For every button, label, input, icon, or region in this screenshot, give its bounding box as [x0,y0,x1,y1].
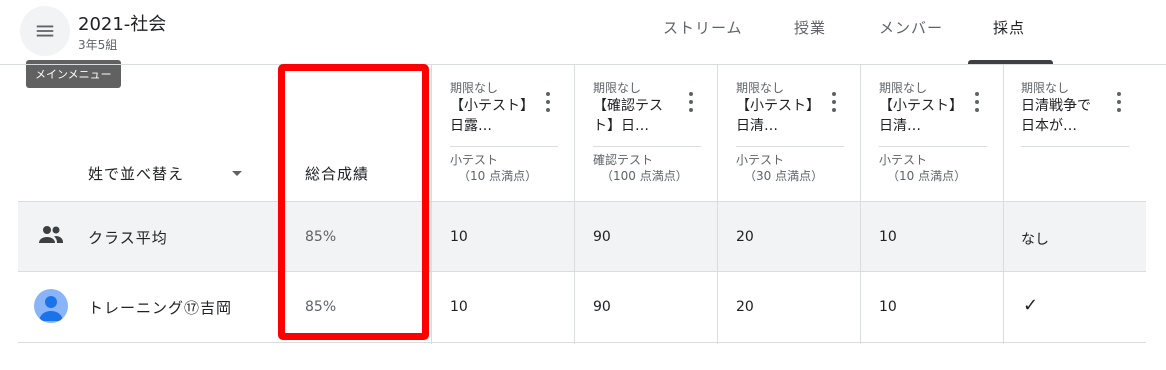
hamburger-icon [36,25,54,37]
assignment-topic: 小テスト [450,153,499,167]
assignment-points: （100 点満点） [601,169,688,183]
assignment-topic: 小テスト [879,153,928,167]
class-average-score: 10 [450,229,468,245]
assignment-topic: 小テスト [736,153,785,167]
column-divider [431,64,432,344]
class-average-score: 90 [593,229,611,245]
assignment-title[interactable]: 【小テスト】日清… [879,96,961,158]
assignment-header[interactable]: 期限なし 日清戦争で日本が… [1021,80,1146,158]
student-name[interactable]: トレーニング⑰吉岡 [88,297,232,318]
tab-people[interactable]: メンバー [879,17,943,38]
header-divider [0,64,1166,65]
class-average-score: 10 [879,229,897,245]
assignment-divider [450,146,558,147]
class-title[interactable]: 2021-社会 [78,10,166,36]
assignment-points: （10 点満点） [458,169,538,183]
assignment-divider [593,146,701,147]
assignment-title[interactable]: 【確認テスト】日… [593,96,675,158]
assignment-title[interactable]: 【小テスト】日清… [736,96,818,158]
assignment-due: 期限なし [593,81,642,95]
tab-grades[interactable]: 採点 [993,17,1025,38]
assignment-divider [879,146,987,147]
main-menu-button[interactable] [20,6,70,56]
check-icon[interactable]: ✓ [1023,295,1038,316]
assignment-header[interactable]: 期限なし 【小テスト】日清… 小テスト （30 点満点） [736,80,861,183]
more-vert-icon[interactable] [687,92,695,112]
assignment-divider [1021,146,1129,147]
tab-stream[interactable]: ストリーム [663,17,743,38]
assignment-points: （10 点満点） [887,169,967,183]
assignment-header[interactable]: 期限なし 【小テスト】日露… 小テスト （10 点満点） [450,80,575,183]
more-vert-icon[interactable] [544,92,552,112]
grade-cell[interactable]: 10 [879,299,897,315]
assignment-header[interactable]: 期限なし 【小テスト】日清… 小テスト （10 点満点） [879,80,1004,183]
tab-classwork[interactable]: 授業 [794,17,826,38]
assignment-due: 期限なし [1021,81,1070,95]
class-average-label: クラス平均 [88,229,168,247]
class-average-score: 20 [736,229,754,245]
assignment-due: 期限なし [450,81,499,95]
assignment-title[interactable]: 【小テスト】日露… [450,96,532,158]
assignment-title[interactable]: 日清戦争で日本が… [1021,96,1103,158]
assignment-due: 期限なし [736,81,785,95]
more-vert-icon[interactable] [973,92,981,112]
class-section: 3年5組 [78,38,118,52]
assignment-header[interactable]: 期限なし 【確認テスト】日… 確認テスト （100 点満点） [593,80,718,183]
overall-grade-highlight [278,64,429,340]
assignment-points: （30 点満点） [744,169,824,183]
arrow-drop-down-icon[interactable] [232,171,242,176]
class-average-row [18,201,1146,271]
sort-by-last-name[interactable]: 姓で並べ替え [88,163,184,184]
grade-cell[interactable]: 20 [736,299,754,315]
assignment-topic: 確認テスト [593,153,654,167]
grade-cell[interactable]: 90 [593,299,611,315]
assignment-due: 期限なし [879,81,928,95]
more-vert-icon[interactable] [1115,92,1123,112]
more-vert-icon[interactable] [830,92,838,112]
assignment-divider [736,146,844,147]
account-circle-icon [34,289,68,323]
class-average-score: なし [1021,232,1049,248]
group-icon [38,225,64,249]
grade-cell[interactable]: 10 [450,299,468,315]
